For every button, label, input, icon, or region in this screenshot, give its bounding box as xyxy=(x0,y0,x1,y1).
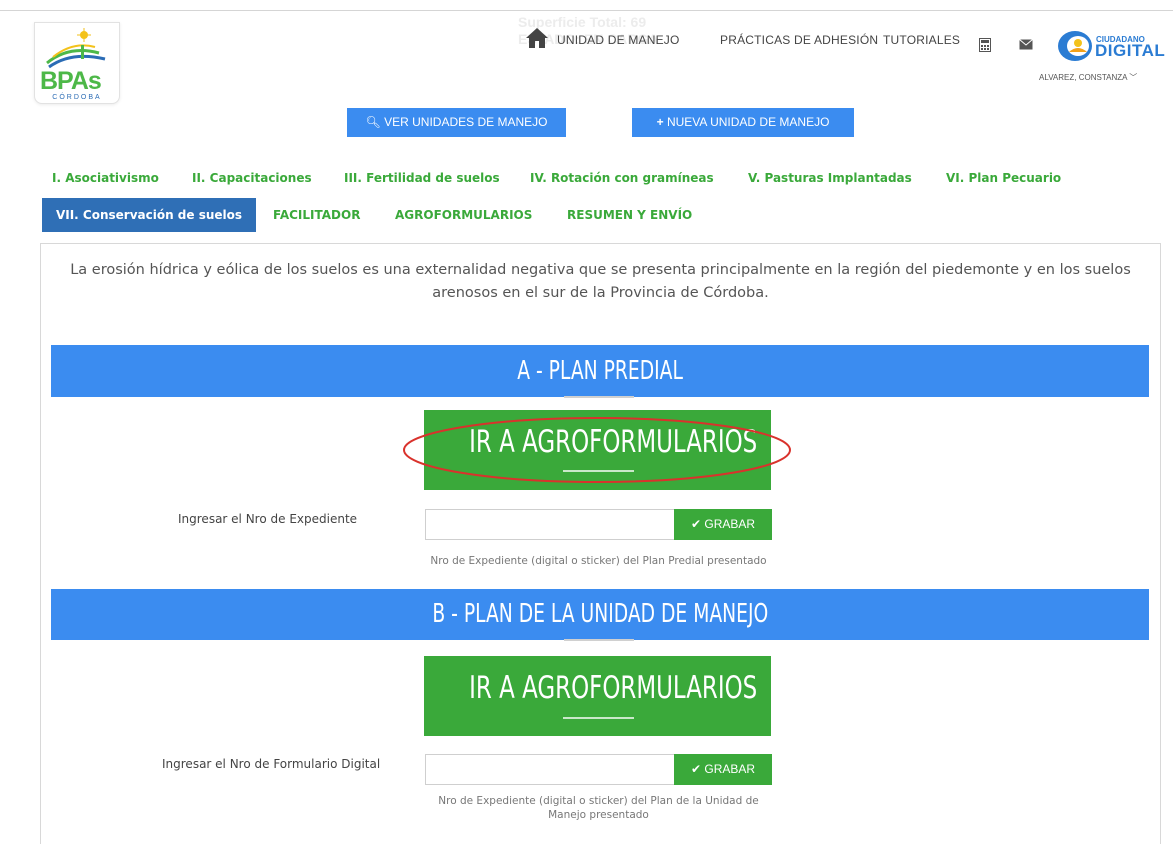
section-b-divider xyxy=(564,639,634,641)
tab-rotacion-con-gramineas[interactable]: IV. Rotación con gramíneas xyxy=(530,171,714,185)
section-b-grabar-button[interactable]: ✔ GRABAR xyxy=(674,754,772,785)
nav-tutoriales[interactable]: TUTORIALES xyxy=(883,33,960,47)
nueva-unidad-label: NUEVA UNIDAD DE MANEJO xyxy=(666,115,830,129)
plus-icon: + xyxy=(656,115,664,129)
section-a-divider xyxy=(564,396,634,398)
section-b-button-underline xyxy=(563,717,634,719)
nav-practicas-de-adhesion[interactable]: PRÁCTICAS DE ADHESIÓN xyxy=(720,33,878,47)
ciudadano-digital-logo-icon[interactable] xyxy=(1057,30,1093,62)
formulario-digital-input[interactable] xyxy=(425,754,675,785)
tab-resumen-y-envio[interactable]: RESUMEN Y ENVÍO xyxy=(567,208,692,222)
mail-icon[interactable] xyxy=(1019,39,1033,50)
section-b-button-label: IR A AGROFORMULARIOS xyxy=(469,670,758,706)
intro-text: La erosión hídrica y eólica de los suelo… xyxy=(70,262,1131,301)
expediente-input[interactable] xyxy=(425,509,675,540)
section-b-grabar-label: GRABAR xyxy=(704,762,756,776)
expediente-hint: Nro de Expediente (digital o sticker) de… xyxy=(430,555,767,567)
section-a-title: A - PLAN PREDIAL xyxy=(517,356,683,386)
search-icon: 🔍︎ xyxy=(365,115,381,129)
calculator-icon[interactable] xyxy=(979,38,991,52)
ver-unidades-button[interactable]: 🔍︎ VER UNIDADES DE MANEJO xyxy=(347,108,566,137)
tab-plan-pecuario[interactable]: VI. Plan Pecuario xyxy=(946,171,1061,185)
formulario-digital-label: Ingresar el Nro de Formulario Digital xyxy=(162,757,381,771)
tab-pasturas-implantadas[interactable]: V. Pasturas Implantadas xyxy=(748,171,912,185)
section-a-grabar-button[interactable]: ✔ GRABAR xyxy=(674,509,772,540)
tab-agroformularios[interactable]: AGROFORMULARIOS xyxy=(395,208,532,222)
tab-conservacion-de-suelos[interactable]: VII. Conservación de suelos xyxy=(42,198,256,232)
highlight-ellipse xyxy=(403,417,791,483)
tab-fertilidad-de-suelos[interactable]: III. Fertilidad de suelos xyxy=(344,171,500,185)
top-divider xyxy=(0,10,1173,11)
section-b-title: B - PLAN DE LA UNIDAD DE MANEJO xyxy=(432,599,768,629)
tab-capacitaciones[interactable]: II. Capacitaciones xyxy=(192,171,312,185)
logo-subtitle: CÓRDOBA xyxy=(52,94,102,101)
bpas-logo[interactable]: BPAs CÓRDOBA xyxy=(34,22,120,104)
expediente-label: Ingresar el Nro de Expediente xyxy=(178,512,358,526)
logo-graphic-icon xyxy=(46,28,106,69)
nav-unidad-de-manejo[interactable]: UNIDAD DE MANEJO xyxy=(557,33,680,47)
section-b-header: B - PLAN DE LA UNIDAD DE MANEJO xyxy=(51,589,1149,640)
section-a-grabar-label: GRABAR xyxy=(704,517,756,531)
nueva-unidad-button[interactable]: + NUEVA UNIDAD DE MANEJO xyxy=(632,108,854,137)
check-icon: ✔ xyxy=(690,762,702,776)
section-b-agroformularios-button[interactable]: IR A AGROFORMULARIOS xyxy=(424,656,771,736)
brand-big-text: DIGITAL xyxy=(1095,41,1166,60)
ver-unidades-label: VER UNIDADES DE MANEJO xyxy=(384,115,548,129)
tab-facilitador[interactable]: FACILITADOR xyxy=(273,208,360,222)
check-icon: ✔ xyxy=(690,517,702,531)
tab-asociativismo[interactable]: I. Asociativismo xyxy=(52,171,159,185)
section-a-header: A - PLAN PREDIAL xyxy=(51,345,1149,397)
formulario-digital-hint: Nro de Expediente (digital o sticker) de… xyxy=(438,795,759,821)
home-icon[interactable] xyxy=(525,27,549,49)
user-menu[interactable]: ALVAREZ, CONSTANZA ﹀ xyxy=(1039,72,1137,83)
logo-wordmark: BPAs xyxy=(40,67,102,95)
